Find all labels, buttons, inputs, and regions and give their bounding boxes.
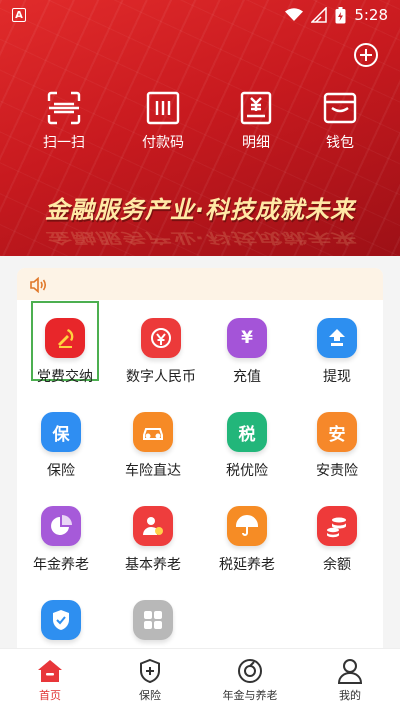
service-label: 车险直达	[125, 463, 181, 479]
tab-annuity[interactable]: 年金与养老	[200, 649, 300, 712]
service-label: 余额	[323, 557, 351, 573]
service-party-dues[interactable]: 党费交纳	[19, 318, 111, 386]
service-balance[interactable]: 余额	[291, 506, 383, 574]
recharge-icon: ¥	[227, 318, 267, 358]
banner-slogan: 金融服务产业·科技成就未来	[44, 196, 356, 224]
service-shield[interactable]	[17, 600, 107, 640]
home-icon	[37, 658, 63, 684]
quick-action-scan[interactable]: 扫一扫	[29, 90, 99, 152]
tab-label: 年金与养老	[222, 689, 278, 702]
quick-action-wallet[interactable]: 钱包	[305, 90, 375, 152]
signal-icon	[311, 7, 328, 23]
service-digital-rmb[interactable]: 数字人民币	[115, 318, 207, 386]
tab-label: 首页	[39, 689, 61, 702]
tax-glyph: 税	[238, 424, 256, 445]
bill-details-icon	[238, 90, 274, 126]
service-insurance[interactable]: 保 保险	[17, 412, 107, 480]
party-emblem-icon	[45, 318, 85, 358]
shield-check-icon	[41, 600, 81, 640]
service-label: 保险	[47, 463, 75, 479]
service-basic-pension[interactable]: 基本养老	[107, 506, 199, 574]
services-panel: 党费交纳 数字人民币 ¥ 充值 提现 保 保险 车险直达 税 税优险 安 安责险	[17, 268, 383, 658]
service-tax-deferred-pension[interactable]: 税延养老	[201, 506, 293, 574]
quick-action-details[interactable]: 明细	[221, 90, 291, 152]
digital-rmb-icon	[141, 318, 181, 358]
withdraw-icon	[317, 318, 357, 358]
annuity-pie-icon	[41, 506, 81, 546]
service-label: 数字人民币	[126, 369, 196, 385]
notification-a-icon: A	[12, 8, 26, 22]
service-withdraw[interactable]: 提现	[291, 318, 383, 386]
service-label: 年金养老	[33, 557, 89, 573]
annuity-icon	[237, 658, 263, 684]
service-more[interactable]	[107, 600, 199, 640]
service-label: 充值	[233, 369, 261, 385]
balance-coins-icon	[317, 506, 357, 546]
quick-action-payment-code[interactable]: 付款码	[128, 90, 198, 152]
service-label: 安责险	[316, 463, 358, 479]
service-label: 基本养老	[125, 557, 181, 573]
speaker-icon	[30, 277, 47, 293]
profile-icon	[337, 658, 363, 684]
service-annuity-pension[interactable]: 年金养老	[17, 506, 107, 574]
insurance-glyph: 保	[52, 424, 70, 445]
shield-plus-icon	[137, 658, 163, 684]
wallet-icon	[322, 90, 358, 126]
tax-insurance-icon: 税	[227, 412, 267, 452]
umbrella-icon	[227, 506, 267, 546]
tab-insurance[interactable]: 保险	[100, 649, 200, 712]
insurance-icon: 保	[41, 412, 81, 452]
tab-label: 保险	[139, 689, 161, 702]
service-label: 党费交纳	[37, 369, 93, 385]
service-recharge[interactable]: ¥ 充值	[201, 318, 293, 386]
status-bar: A 5:28	[0, 0, 400, 30]
quick-action-label: 扫一扫	[43, 135, 85, 151]
tab-home[interactable]: 首页	[0, 649, 100, 712]
payment-code-icon	[145, 90, 181, 126]
quick-action-label: 付款码	[142, 135, 184, 151]
service-label: 税优险	[226, 463, 268, 479]
tab-label: 我的	[339, 689, 361, 702]
battery-icon	[335, 6, 346, 23]
service-label: 提现	[323, 369, 351, 385]
wifi-icon	[285, 8, 304, 21]
safety-glyph: 安	[328, 424, 346, 445]
quick-action-label: 明细	[242, 135, 270, 151]
recharge-glyph: ¥	[241, 328, 253, 348]
header-banner: 扫一扫 付款码 明细 钱包 金融服务产业·科技成就未来 金融服务产业·科技成就未…	[0, 0, 400, 256]
basic-pension-icon	[133, 506, 173, 546]
tab-profile[interactable]: 我的	[300, 649, 400, 712]
notice-bar[interactable]	[17, 268, 383, 300]
service-car-insurance[interactable]: 车险直达	[107, 412, 199, 480]
safety-insurance-icon: 安	[317, 412, 357, 452]
clock: 5:28	[354, 6, 388, 24]
scan-icon	[46, 90, 82, 126]
service-tax-insurance[interactable]: 税 税优险	[201, 412, 293, 480]
service-label: 税延养老	[219, 557, 275, 573]
service-safety-insurance[interactable]: 安 安责险	[291, 412, 383, 480]
banner-slogan-reflection: 金融服务产业·科技成就未来	[44, 229, 356, 247]
car-insurance-icon	[133, 412, 173, 452]
more-apps-icon	[133, 600, 173, 640]
quick-action-label: 钱包	[326, 135, 354, 151]
bottom-tab-bar: 首页 保险 年金与养老 我的	[0, 648, 400, 712]
add-button[interactable]	[354, 43, 378, 67]
